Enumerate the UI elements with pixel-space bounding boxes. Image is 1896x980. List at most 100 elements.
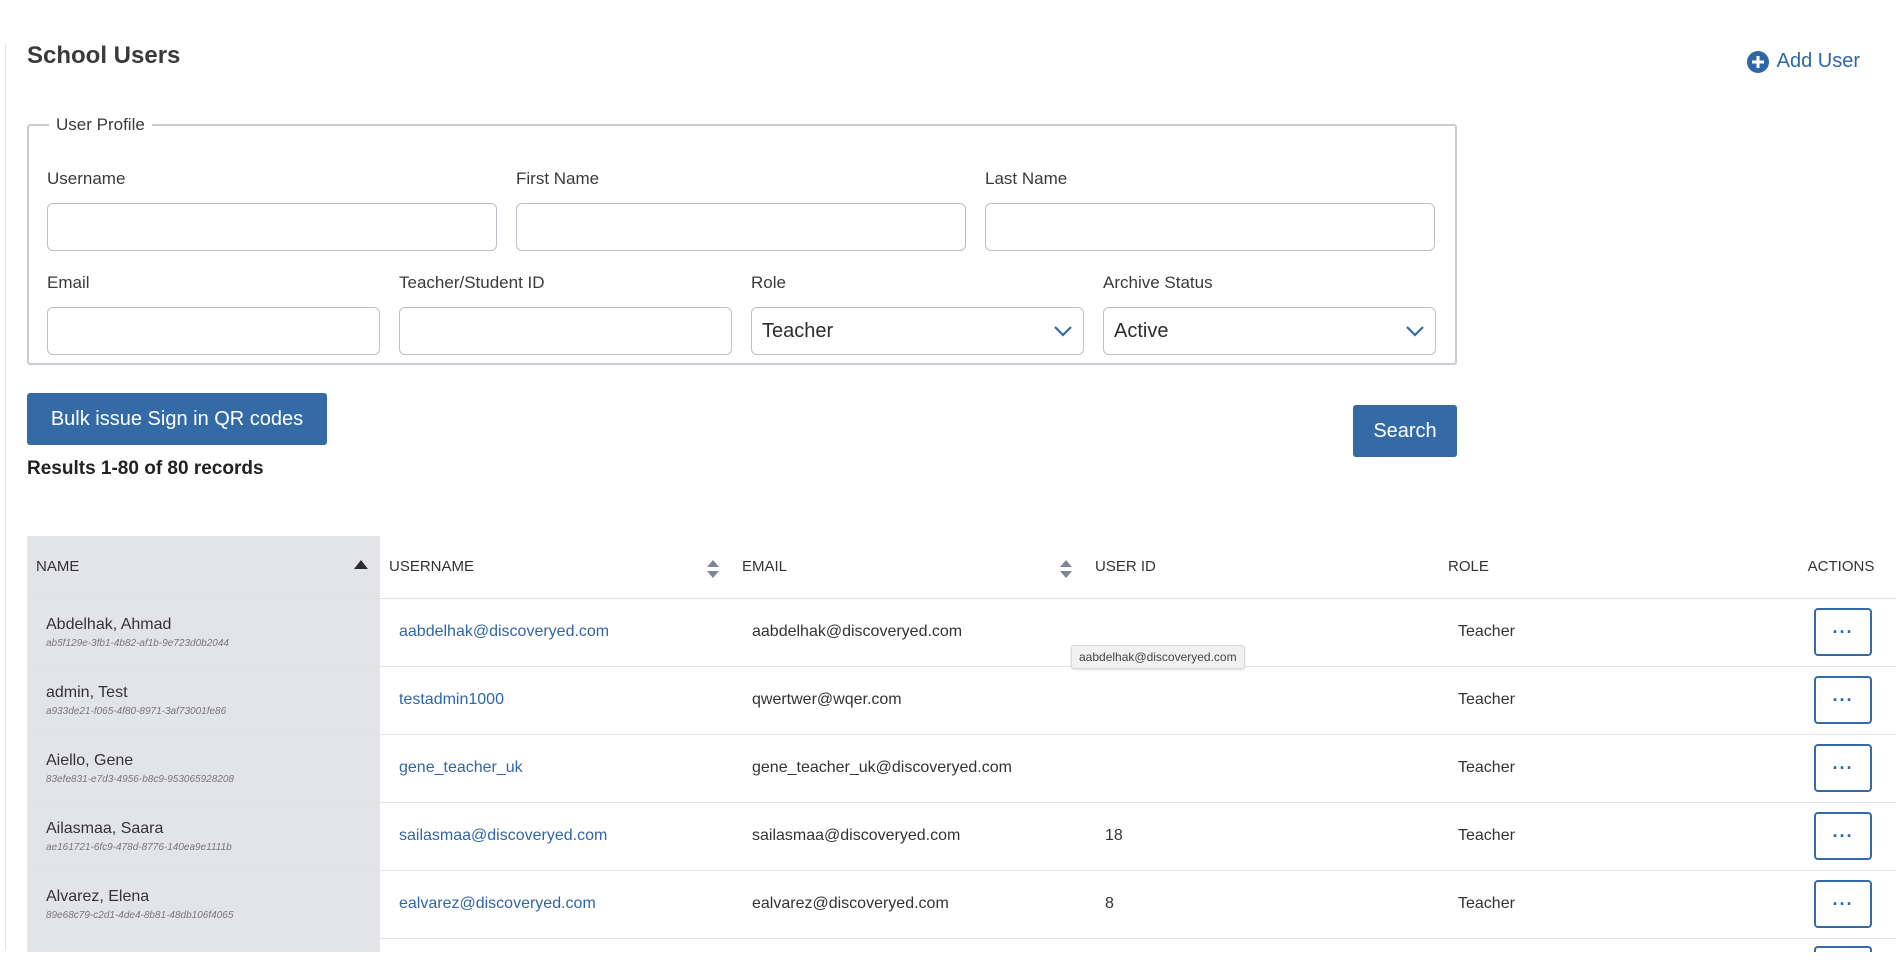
username-cell: sailasmaa@discoveryed.com [380,802,733,871]
results-summary: Results 1-80 of 80 records [27,458,264,479]
last-name-input[interactable] [996,204,1424,250]
column-header-user-id: USER ID [1086,536,1439,599]
user-name: Abdelhak, Ahmad [46,615,172,633]
row-actions-button-partial[interactable] [1814,946,1872,952]
actions-cell: ··· [1792,802,1896,871]
name-cell: Ailasmaa, Saara ae161721-6fc9-478d-8776-… [27,802,380,871]
role-cell: Teacher [1439,734,1792,803]
user-id-cell: 18 [1086,802,1439,871]
teacher-student-id-label: Teacher/Student ID [399,273,545,292]
archive-status-selected-value: Active [1114,319,1169,342]
sort-ascending-icon [354,560,368,569]
sort-both-icon [707,560,719,578]
column-header-name[interactable]: NAME [27,536,380,599]
name-cell: admin, Test a933de21-f065-4f80-8971-3af7… [27,666,380,735]
archive-status-select[interactable]: Active [1103,307,1436,355]
left-divider [5,44,6,950]
username-cell: aabdelhak@discoveryed.com [380,598,733,667]
column-header-user-id-label: USER ID [1095,558,1156,576]
first-name-label: First Name [516,169,600,188]
role-select[interactable]: Teacher [751,307,1084,355]
plus-circle-icon [1746,50,1769,73]
user-id-cell [1086,734,1439,803]
role-cell: Teacher [1439,598,1792,667]
first-name-box [516,203,966,251]
add-user-button[interactable]: Add User [1746,50,1860,73]
actions-cell: ··· [1792,870,1896,939]
teacher-student-id-input[interactable] [410,308,721,354]
username-input[interactable] [58,204,486,250]
email-cell: aabdelhak@discoveryed.com [733,598,1086,667]
username-link[interactable]: testadmin1000 [399,691,504,708]
last-name-box [985,203,1435,251]
role-cell: Teacher [1439,802,1792,871]
search-button[interactable]: Search [1353,405,1457,457]
email-label: Email [47,273,90,292]
row-actions-button[interactable]: ··· [1814,744,1872,792]
username-cell: testadmin1000 [380,666,733,735]
table-header-row: NAME USERNAME EMAIL USER ID ROLE ACTIONS [27,536,1896,599]
bulk-issue-qr-button[interactable]: Bulk issue Sign in QR codes [27,393,327,445]
username-box [47,203,497,251]
row-actions-button[interactable]: ··· [1814,812,1872,860]
first-name-field-group: First Name [516,169,966,251]
table-row: Abdelhak, Ahmad ab5f129e-3fb1-4b82-af1b-… [27,598,1896,667]
actions-cell: ··· [1792,734,1896,803]
column-header-email-label: EMAIL [742,558,788,576]
email-cell: ealvarez@discoveryed.com [733,870,1086,939]
column-header-actions-label: ACTIONS [1807,558,1875,576]
user-uuid: ab5f129e-3fb1-4b82-af1b-9e723d0b2044 [46,637,229,649]
add-user-label: Add User [1776,50,1860,72]
column-header-username[interactable]: USERNAME [380,536,733,599]
username-tooltip: aabdelhak@discoveryed.com [1071,645,1245,669]
email-input[interactable] [58,308,369,354]
role-label: Role [751,273,786,292]
last-name-label: Last Name [985,169,1068,188]
email-cell: qwertwer@wqer.com [733,666,1086,735]
column-header-name-label: NAME [36,558,80,576]
role-selected-value: Teacher [762,319,834,342]
row-actions-button[interactable]: ··· [1814,880,1872,928]
user-id-cell: 8 [1086,870,1439,939]
name-cell-partial [27,932,380,952]
user-name: Ailasmaa, Saara [46,819,164,837]
username-link[interactable]: ealvarez@discoveryed.com [399,895,596,912]
table-row: Ailasmaa, Saara ae161721-6fc9-478d-8776-… [27,802,1896,871]
username-label: Username [47,169,126,188]
user-profile-filter: User Profile Username First Name Last Na… [27,115,1457,365]
name-cell: Alvarez, Elena 89e68c79-c2d1-4de4-8b81-4… [27,870,380,939]
username-cell: gene_teacher_uk [380,734,733,803]
user-uuid: 89e68c79-c2d1-4de4-8b81-48db106f4065 [46,909,234,921]
page-title: School Users [27,42,181,69]
user-name: Aiello, Gene [46,751,134,769]
username-link[interactable]: aabdelhak@discoveryed.com [399,623,609,640]
column-header-role-label: ROLE [1448,558,1489,576]
role-field-group: Role Teacher [751,273,1084,355]
first-name-input[interactable] [527,204,955,250]
user-profile-legend: User Profile [56,115,145,134]
user-uuid: 83efe831-e7d3-4956-b8c9-953065928208 [46,773,234,785]
username-link[interactable]: gene_teacher_uk [399,759,523,776]
email-cell: sailasmaa@discoveryed.com [733,802,1086,871]
chevron-down-icon [1054,326,1072,337]
column-header-email[interactable]: EMAIL [733,536,1086,599]
table-row: Alvarez, Elena 89e68c79-c2d1-4de4-8b81-4… [27,870,1896,939]
email-cell: gene_teacher_uk@discoveryed.com [733,734,1086,803]
user-uuid: ae161721-6fc9-478d-8776-140ea9e1111b [46,841,232,853]
column-header-username-label: USERNAME [389,558,475,576]
column-header-role: ROLE [1439,536,1792,599]
table-row: admin, Test a933de21-f065-4f80-8971-3af7… [27,666,1896,735]
name-cell: Abdelhak, Ahmad ab5f129e-3fb1-4b82-af1b-… [27,598,380,667]
email-box [47,307,380,355]
table-row: Aiello, Gene 83efe831-e7d3-4956-b8c9-953… [27,734,1896,803]
user-name: Alvarez, Elena [46,887,150,905]
chevron-down-icon [1406,326,1424,337]
sort-both-icon [1060,560,1072,578]
row-actions-button[interactable]: ··· [1814,608,1872,656]
column-header-actions: ACTIONS [1792,536,1896,599]
actions-cell: ··· [1792,598,1896,667]
row-actions-button[interactable]: ··· [1814,676,1872,724]
teacher-student-id-field-group: Teacher/Student ID [399,273,732,355]
username-link[interactable]: sailasmaa@discoveryed.com [399,827,607,844]
email-field-group: Email [47,273,380,355]
